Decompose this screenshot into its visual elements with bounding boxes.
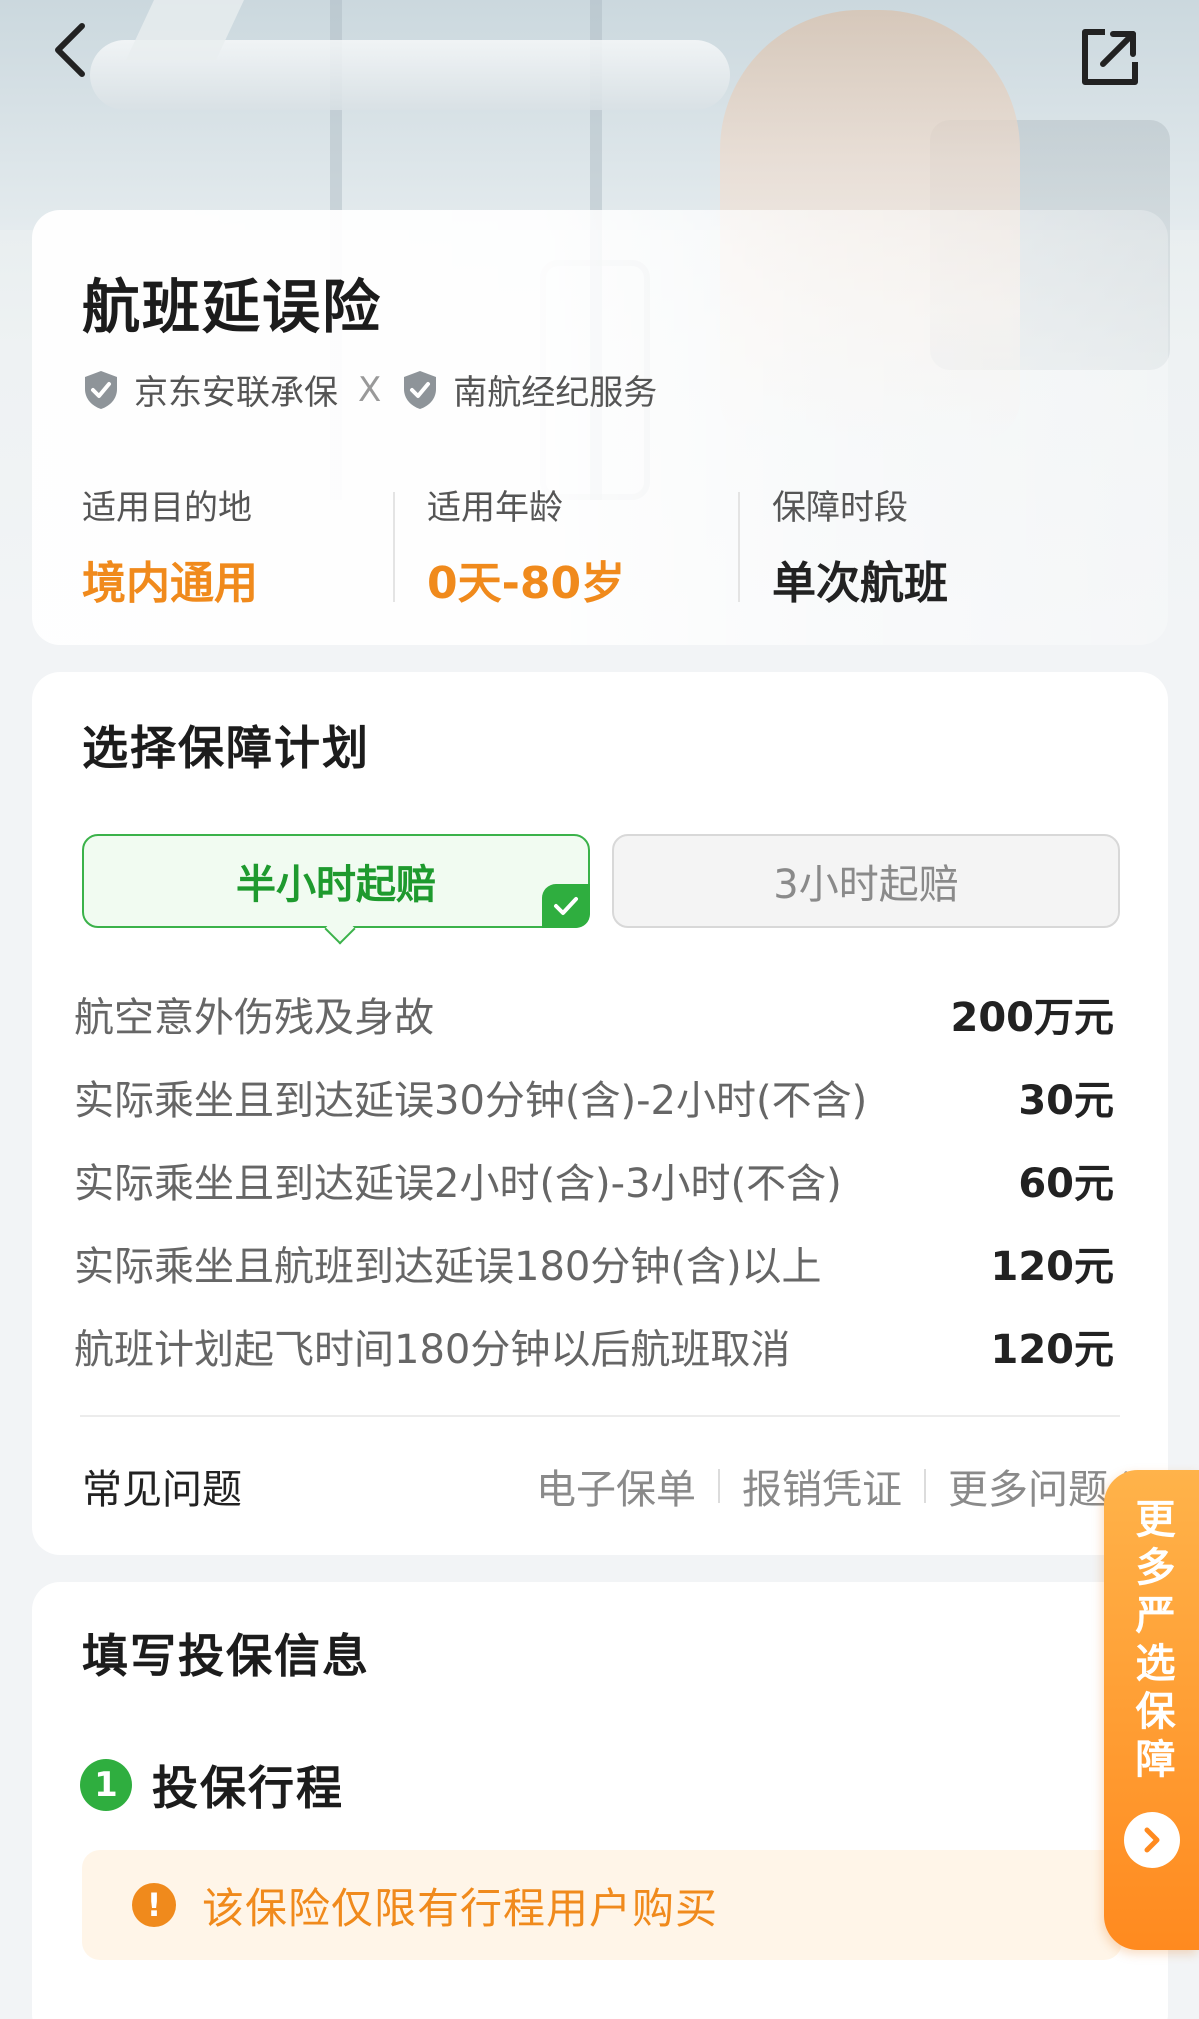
product-stats: 适用目的地 境内通用 适用年龄 0天-80岁 保障时段 单次航班 — [82, 480, 1117, 611]
checkmark-icon — [542, 884, 590, 928]
faq-links: 电子保单 报销凭证 更多问题 — [536, 1457, 1142, 1515]
faq-title: 常见问题 — [82, 1467, 242, 1513]
coverage-item: 航空意外伤残及身故 — [74, 994, 434, 1041]
insurer-label: 京东安联承保 — [134, 373, 338, 413]
plan-tabs: 半小时起赔 3小时起赔 — [82, 834, 1120, 945]
faq-link-reimbursement[interactable]: 报销凭证 — [742, 1457, 902, 1515]
stat-age: 适用年龄 0天-80岁 — [393, 480, 772, 611]
plan-section-title: 选择保障计划 — [82, 721, 370, 775]
divider — [80, 1415, 1120, 1417]
brand-row: 京东安联承保 X 南航经纪服务 — [82, 365, 657, 414]
share-button[interactable] — [1075, 22, 1145, 92]
notice-text: 该保险仅限有行程用户购买 — [202, 1883, 719, 1933]
stat-value: 单次航班 — [772, 558, 948, 609]
coverage-row: 航空意外伤残及身故 200万元 — [74, 972, 1114, 1055]
more-coverage-side-tab[interactable]: 更多严选保障 — [1104, 1470, 1199, 1950]
itinerary-notice: ! 该保险仅限有行程用户购买 — [82, 1850, 1122, 1960]
product-summary-card: 航班延误险 京东安联承保 X 南航经纪服务 适用目的地 境内通用 适用年龄 0天… — [32, 210, 1168, 645]
product-title: 航班延误险 — [82, 273, 383, 341]
coverage-row: 实际乘坐且航班到达延误180分钟(含)以上 120元 — [74, 1221, 1114, 1304]
faq-row: 常见问题 电子保单 报销凭证 更多问题 — [82, 1457, 1142, 1515]
stat-label: 适用目的地 — [82, 488, 252, 528]
coverage-list: 航空意外伤残及身故 200万元 实际乘坐且到达延误30分钟(含)-2小时(不含)… — [74, 972, 1114, 1387]
warning-icon: ! — [132, 1883, 176, 1927]
coverage-item: 航班计划起飞时间180分钟以后航班取消 — [74, 1326, 791, 1373]
form-section-title: 填写投保信息 — [82, 1629, 370, 1683]
tab-label: 3小时起赔 — [773, 862, 959, 908]
stat-value: 境内通用 — [82, 558, 258, 609]
broker-label: 南航经纪服务 — [453, 373, 658, 413]
coverage-item: 实际乘坐且航班到达延误180分钟(含)以上 — [74, 1243, 822, 1290]
shield-check-icon — [85, 370, 117, 409]
tab-pointer — [324, 913, 356, 945]
step-number-badge: 1 — [80, 1759, 132, 1811]
brand-separator: X — [358, 369, 382, 410]
tab-label: 半小时起赔 — [236, 862, 436, 908]
share-external-icon — [1082, 29, 1138, 85]
step-header: 1 投保行程 — [80, 1752, 344, 1818]
stat-label: 适用年龄 — [427, 488, 563, 528]
link-separator — [924, 1469, 926, 1503]
coverage-row: 实际乘坐且到达延误30分钟(含)-2小时(不含) 30元 — [74, 1055, 1114, 1138]
faq-link-more-questions[interactable]: 更多问题 — [948, 1457, 1108, 1515]
coverage-item: 实际乘坐且到达延误2小时(含)-3小时(不含) — [74, 1160, 842, 1207]
stat-period: 保障时段 单次航班 — [738, 480, 1117, 611]
coverage-amount: 30元 — [1018, 1077, 1114, 1124]
insurance-form-card: 填写投保信息 1 投保行程 ! 该保险仅限有行程用户购买 — [32, 1582, 1168, 2019]
back-button[interactable] — [40, 20, 100, 80]
faq-link-e-policy[interactable]: 电子保单 — [536, 1457, 696, 1515]
tab-half-hour-plan[interactable]: 半小时起赔 — [82, 834, 590, 945]
tab-three-hour-plan[interactable]: 3小时起赔 — [612, 834, 1120, 928]
chevron-right-circle-icon — [1123, 1812, 1180, 1868]
chevron-left-icon — [55, 23, 85, 77]
step-label: 投保行程 — [152, 1761, 344, 1815]
plan-selection-card: 选择保障计划 半小时起赔 3小时起赔 航空意外伤残及身故 200万元 实际乘坐且… — [32, 672, 1168, 1555]
link-separator — [718, 1469, 720, 1503]
stat-value: 0天-80岁 — [427, 558, 626, 609]
coverage-row: 实际乘坐且到达延误2小时(含)-3小时(不含) 60元 — [74, 1138, 1114, 1221]
shield-check-icon — [404, 370, 437, 409]
side-tab-label: 更多严选保障 — [1128, 1498, 1175, 1786]
coverage-row: 航班计划起飞时间180分钟以后航班取消 120元 — [74, 1304, 1114, 1387]
coverage-amount: 60元 — [1018, 1160, 1114, 1207]
coverage-amount: 120元 — [990, 1243, 1115, 1290]
coverage-amount: 120元 — [990, 1326, 1115, 1373]
stat-label: 保障时段 — [772, 488, 908, 528]
stat-destination: 适用目的地 境内通用 — [82, 480, 427, 611]
coverage-amount: 200万元 — [950, 994, 1115, 1041]
coverage-item: 实际乘坐且到达延误30分钟(含)-2小时(不含) — [74, 1077, 868, 1124]
